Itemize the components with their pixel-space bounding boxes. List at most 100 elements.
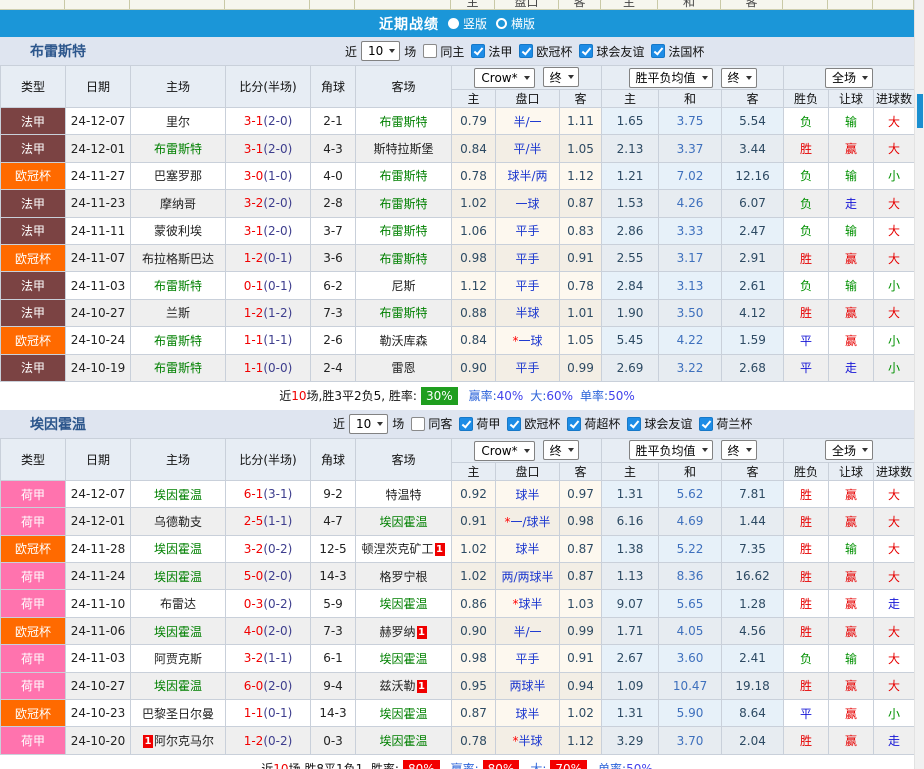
handicap-cell: 半球: [495, 298, 560, 328]
result-cell: 胜: [783, 534, 830, 564]
avg-stage-select[interactable]: 终: [720, 440, 757, 461]
scope-select[interactable]: 全场: [825, 67, 874, 88]
result-cell: 胜: [783, 726, 830, 755]
avg-group-header: 胜平负均值终: [601, 65, 785, 90]
score-cell: 3-2(0-2): [225, 534, 311, 564]
team-label: 埃因霍温: [379, 706, 428, 721]
away-odds-cell: 0.97: [558, 479, 603, 509]
avg-source-select[interactable]: 胜平负均值: [628, 440, 713, 461]
score-cell: 6-1(3-1): [225, 479, 311, 509]
away-team-cell: 布雷斯特: [355, 298, 452, 328]
home-odds-cell: 0.78: [451, 726, 496, 755]
league-checkbox-1[interactable]: [507, 416, 522, 431]
league-checkbox-2[interactable]: [567, 416, 582, 431]
column-header: 角球: [310, 437, 356, 481]
sub-column-header: 进球数: [873, 461, 916, 481]
odds-source-select[interactable]: Crow*: [474, 67, 535, 88]
corners-cell: 14-3: [310, 562, 356, 591]
rate-badge: 30%: [420, 386, 458, 405]
avg-home-cell: 1.31: [601, 699, 660, 728]
away-team-cell: 赫罗纳 1: [355, 616, 452, 646]
avg-source-select[interactable]: 胜平负均值: [628, 67, 713, 88]
sub-column-header: 客: [721, 461, 785, 481]
home-odds-cell: 0.95: [451, 671, 496, 701]
scrollbar-track[interactable]: [914, 0, 924, 769]
score-cell: 3-2(1-1): [225, 644, 311, 673]
handicap-cell: 半/一: [495, 106, 560, 136]
team-label: 斯特拉斯堡: [373, 142, 434, 157]
home-odds-cell: 0.86: [451, 589, 496, 618]
sub-column-header: 客: [558, 89, 603, 108]
summary-text: 近: [261, 760, 273, 769]
scope-select[interactable]: 全场: [825, 440, 874, 461]
handicap-cell: *半球: [495, 726, 560, 755]
league-label-3: 球会友谊: [644, 417, 693, 432]
corners-cell: 4-7: [310, 507, 356, 536]
avg-home-cell: 2.69: [601, 353, 660, 382]
handicap-result-cell: 赢: [828, 243, 875, 273]
odds-stage-select[interactable]: 终: [542, 67, 579, 88]
avg-draw-cell: 5.62: [658, 479, 723, 509]
avg-stage-select[interactable]: 终: [720, 67, 757, 88]
avg-away-cell: 8.64: [721, 699, 785, 728]
scrollbar-thumb[interactable]: [917, 94, 923, 128]
home-odds-cell: 1.02: [451, 562, 496, 591]
same-venue-checkbox[interactable]: [423, 44, 438, 58]
avg-away-cell: 2.41: [721, 644, 785, 673]
recent-count-select[interactable]: 10: [361, 41, 401, 61]
column-header: 角球: [310, 65, 356, 108]
score-cell: 0-1(0-1): [225, 271, 311, 300]
league-checkbox-1[interactable]: [519, 44, 534, 58]
rate-badge: 70%: [550, 759, 588, 769]
away-odds-cell: 1.12: [558, 161, 603, 191]
away-team-cell: 特温特: [355, 479, 452, 509]
competition-cell: 法甲: [0, 216, 66, 245]
league-checkbox-0[interactable]: [471, 44, 486, 58]
date-cell: 24-12-07: [65, 106, 131, 136]
league-checkbox-3[interactable]: [651, 44, 666, 58]
avg-draw-cell: 3.37: [658, 134, 723, 163]
odds-source-select[interactable]: Crow*: [474, 440, 535, 461]
recent-count-select[interactable]: 10: [349, 413, 389, 434]
result-cell: 负: [783, 271, 830, 300]
result-cell: 平: [783, 326, 830, 355]
avg-home-cell: 3.29: [601, 726, 660, 755]
sub-column-header: 客: [558, 461, 603, 481]
sub-column-header: 盘口: [495, 461, 560, 481]
same-venue-checkbox[interactable]: [411, 416, 426, 431]
clipped-table-header-strip: 主 盘口 客 主 和 客: [0, 0, 914, 10]
handicap-cell: *一/球半: [495, 507, 560, 536]
competition-cell: 荷甲: [0, 671, 66, 701]
rate-value: 60%: [546, 388, 574, 403]
handicap-result-cell: 输: [828, 534, 875, 564]
red-card-badge: 1: [416, 625, 427, 639]
avg-away-cell: 2.68: [721, 353, 785, 382]
layout-radio-1[interactable]: [496, 18, 507, 29]
games-label: 场: [404, 44, 417, 59]
clipped-header-cell: 主: [601, 0, 658, 9]
team-label: 布拉格斯巴达: [141, 251, 214, 266]
competition-cell: 欧冠杯: [0, 326, 66, 355]
match-row: 荷甲 24-11-24 埃因霍温 5-0(2-0) 14-3 格罗宁根 1.02 两/两球半 0…: [0, 562, 916, 591]
corners-cell: 0-3: [310, 726, 356, 755]
goals-result-cell: 小: [873, 161, 916, 191]
competition-cell: 荷甲: [0, 589, 66, 618]
league-checkbox-2[interactable]: [579, 44, 594, 58]
league-checkbox-0[interactable]: [459, 416, 474, 431]
avg-away-cell: 12.16: [721, 161, 785, 191]
sub-column-header: 和: [658, 461, 723, 481]
away-team-cell: 布雷斯特: [355, 243, 452, 273]
layout-radio-label-0[interactable]: 竖版: [463, 17, 487, 31]
league-checkbox-3[interactable]: [627, 416, 642, 431]
red-card-badge: 1: [416, 680, 427, 694]
layout-radio-label-1[interactable]: 横版: [511, 17, 535, 31]
clipped-header-cell: [355, 0, 451, 9]
handicap-result-cell: 赢: [828, 298, 875, 328]
team-label: 阿贾克斯: [153, 651, 202, 666]
team-label: 布雷斯特: [379, 224, 428, 239]
corners-cell: 6-2: [310, 271, 356, 300]
league-checkbox-4[interactable]: [699, 416, 714, 431]
team-label: 顿涅茨克矿工: [361, 542, 434, 557]
layout-radio-0[interactable]: [447, 18, 459, 29]
odds-stage-select[interactable]: 终: [542, 440, 579, 461]
